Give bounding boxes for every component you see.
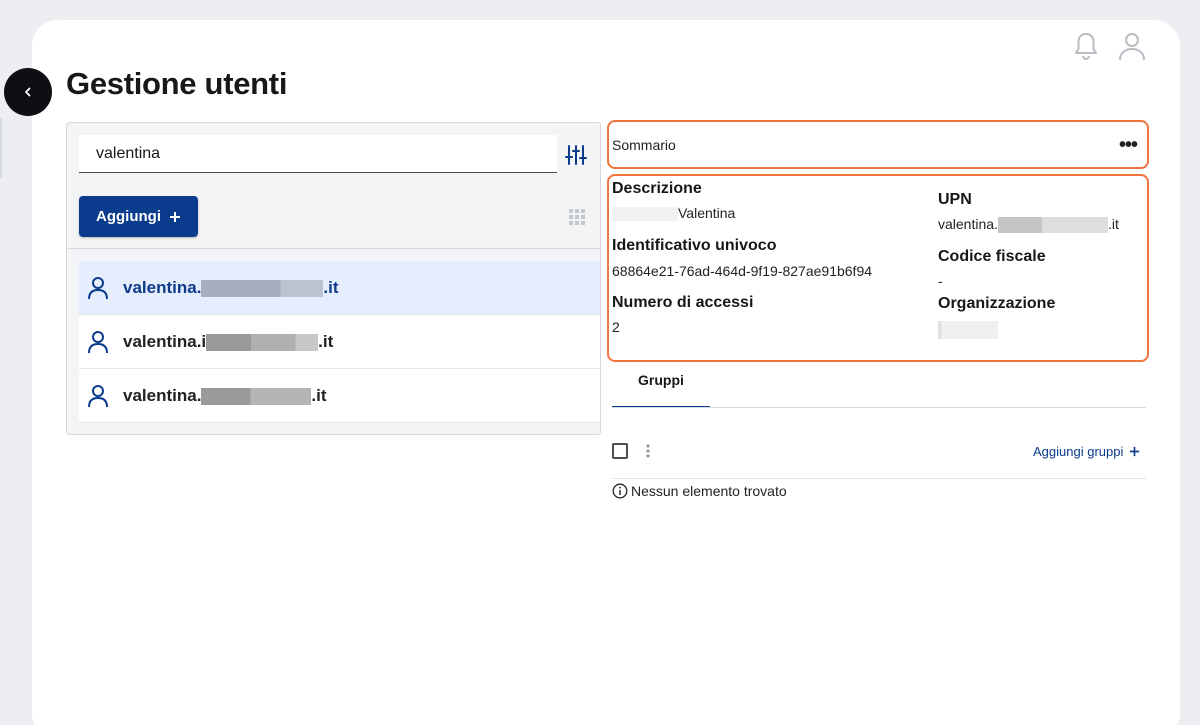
user-list-item[interactable]: valentina.i .it xyxy=(79,315,600,369)
numero-accessi-value: 2 xyxy=(612,319,620,335)
redacted-block xyxy=(201,387,312,405)
page-title: Gestione utenti xyxy=(66,66,288,101)
user-icon xyxy=(88,276,108,299)
upn-label: UPN xyxy=(938,191,972,208)
add-groups-button[interactable]: Aggiungi gruppi xyxy=(1033,444,1140,459)
user-list-item[interactable]: valentina. .it xyxy=(79,369,600,423)
codice-fiscale-value: - xyxy=(938,273,943,289)
add-groups-label: Aggiungi gruppi xyxy=(1033,444,1124,459)
user-icon[interactable] xyxy=(1118,30,1146,62)
collapse-sidebar-button[interactable] xyxy=(4,68,52,116)
summary-header[interactable]: Sommario ••• xyxy=(607,120,1149,169)
descrizione-value: Valentina xyxy=(612,205,735,222)
add-user-label: Aggiungi xyxy=(96,208,161,225)
tab-gruppi[interactable]: Gruppi xyxy=(612,372,710,408)
empty-state-text: Nessun elemento trovato xyxy=(631,483,787,499)
chevron-left-icon xyxy=(25,87,31,97)
select-all-checkbox[interactable] xyxy=(612,443,628,459)
tab-gruppi-label: Gruppi xyxy=(638,372,684,388)
user-details-panel: Descrizione Valentina UPN valentina. .it … xyxy=(607,174,1149,362)
bell-icon[interactable] xyxy=(1072,30,1100,62)
user-icon xyxy=(88,384,108,407)
more-options-icon[interactable]: ••• xyxy=(1119,135,1138,155)
panel-divider xyxy=(67,248,600,249)
user-list-item[interactable]: valentina. .it xyxy=(79,261,600,315)
user-email: valentina.i .it xyxy=(123,331,334,351)
identificativo-label: Identificativo univoco xyxy=(612,237,777,254)
add-user-button[interactable]: Aggiungi xyxy=(79,196,198,237)
search-input[interactable]: valentina xyxy=(79,135,557,173)
kebab-menu-icon[interactable] xyxy=(643,443,653,459)
upn-value: valentina. .it xyxy=(938,216,1119,234)
redacted-block xyxy=(612,207,678,222)
empty-state: Nessun elemento trovato xyxy=(612,483,787,499)
user-icon xyxy=(88,330,108,353)
plus-icon xyxy=(169,211,180,222)
organizzazione-label: Organizzazione xyxy=(938,295,1056,312)
redacted-block xyxy=(206,333,319,351)
user-search-panel: valentina Aggiungi valentina. .it valenti… xyxy=(66,122,601,435)
plus-icon xyxy=(1130,446,1140,457)
codice-fiscale-label: Codice fiscale xyxy=(938,248,1046,265)
descrizione-label: Descrizione xyxy=(612,180,702,197)
filter-settings-icon[interactable] xyxy=(564,143,588,167)
user-email: valentina. .it xyxy=(123,385,327,405)
summary-label: Sommario xyxy=(612,136,676,153)
info-icon xyxy=(612,483,628,499)
user-email: valentina. .it xyxy=(123,277,339,297)
redacted-block xyxy=(938,321,998,339)
redacted-block xyxy=(201,279,324,297)
groups-toolbar-divider xyxy=(612,478,1146,479)
identificativo-value: 68864e21-76ad-464d-9f19-827ae91b6f94 xyxy=(612,263,873,279)
numero-accessi-label: Numero di accessi xyxy=(612,294,754,311)
sidebar-edge xyxy=(0,118,2,178)
search-input-value: valentina xyxy=(96,144,161,162)
header-actions xyxy=(1072,30,1146,62)
tab-divider xyxy=(612,407,1146,408)
redacted-block xyxy=(997,217,1108,234)
grid-view-icon[interactable] xyxy=(569,209,585,225)
